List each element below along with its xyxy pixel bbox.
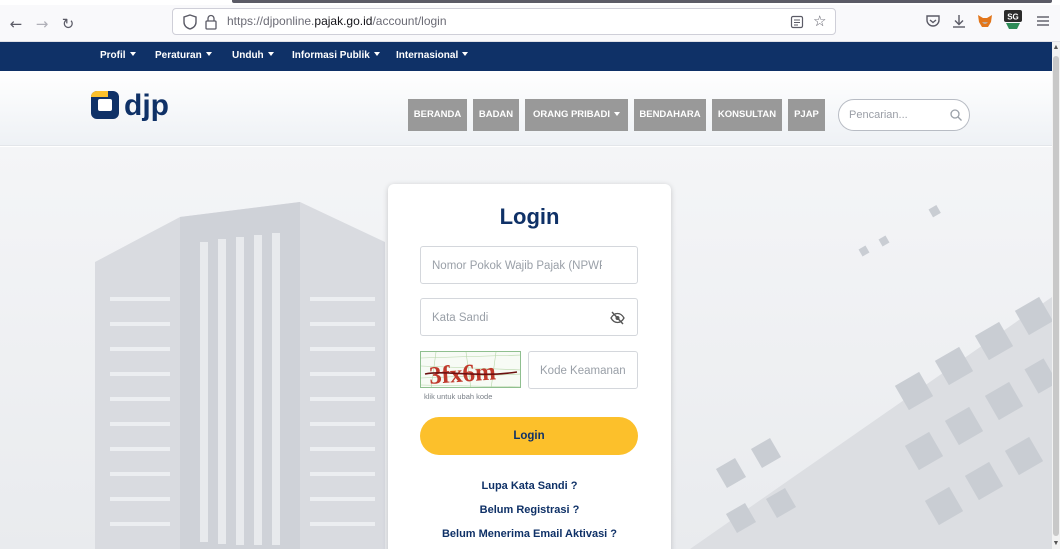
scroll-up-icon[interactable]: ▲	[1052, 44, 1060, 51]
login-title: Login	[499, 204, 560, 229]
lock-icon[interactable]	[205, 14, 217, 30]
captcha-field-wrapper	[528, 351, 638, 389]
site-header: djp BERANDA BADAN ORANG PRIBADI BENDAHAR…	[0, 71, 1052, 146]
npwp-input[interactable]	[432, 258, 602, 274]
forward-arrow-icon[interactable]: →	[32, 14, 52, 34]
topnav-label: Internasional	[396, 50, 459, 61]
topnav-label: Informasi Publik	[292, 50, 370, 61]
url-domain: pajak.go.id	[314, 14, 373, 28]
top-navigation: Profil Peraturan Unduh Informasi Publik …	[0, 42, 1052, 71]
topnav-item-peraturan[interactable]: Peraturan	[155, 50, 212, 61]
sg-extension-icon[interactable]: SG	[1003, 9, 1023, 31]
back-arrow-icon[interactable]: ←	[6, 14, 26, 34]
url-prefix: https://djponline.	[227, 14, 315, 28]
topnav-item-profil[interactable]: Profil	[100, 50, 136, 61]
register-link[interactable]: Belum Registrasi ?	[388, 504, 671, 516]
menu-label: ORANG PRIBADI	[532, 109, 611, 120]
hamburger-menu-icon[interactable]	[1034, 12, 1052, 30]
scrollbar-thumb[interactable]	[1053, 56, 1059, 536]
menu-beranda[interactable]: BERANDA	[408, 99, 467, 131]
search-icon[interactable]	[949, 108, 963, 122]
activation-email-link[interactable]: Belum Menerima Email Aktivasi ?	[388, 528, 671, 540]
bookmark-star-icon[interactable]: ☆	[813, 12, 826, 30]
scroll-down-icon[interactable]: ▼	[1052, 540, 1060, 547]
logo-text: djp	[124, 89, 169, 122]
caret-down-icon	[267, 52, 274, 56]
password-input[interactable]	[432, 310, 602, 326]
eye-slash-icon[interactable]	[610, 311, 625, 325]
topnav-item-informasi-publik[interactable]: Informasi Publik	[292, 50, 380, 61]
pocket-icon[interactable]	[924, 12, 942, 30]
login-card: Login 3fx6m	[388, 184, 671, 549]
topnav-item-unduh[interactable]: Unduh	[232, 50, 274, 61]
reader-view-icon[interactable]	[790, 15, 804, 29]
npwp-field-wrapper	[420, 246, 638, 284]
djp-logo[interactable]: djp	[86, 85, 196, 125]
menu-bendahara[interactable]: BENDAHARA	[634, 99, 706, 131]
menu-badan[interactable]: BADAN	[473, 99, 519, 131]
menu-pjap[interactable]: PJAP	[788, 99, 825, 131]
reload-icon[interactable]: ↻	[58, 14, 78, 34]
browser-toolbar: ← → ↻ https://djponline.pajak.go.id/acco…	[0, 0, 1060, 42]
caret-down-icon	[129, 52, 136, 56]
active-tab-indicator	[232, 0, 1052, 3]
caret-down-icon	[373, 52, 380, 56]
caret-down-icon	[462, 52, 469, 56]
search-box	[838, 99, 970, 131]
menu-konsultan[interactable]: KONSULTAN	[712, 99, 782, 131]
url-suffix: /account/login	[372, 14, 447, 28]
topnav-label: Peraturan	[155, 50, 202, 61]
download-icon[interactable]	[950, 12, 968, 30]
metamask-fox-icon[interactable]	[976, 12, 994, 30]
login-button[interactable]: Login	[420, 417, 638, 455]
page-scrollbar[interactable]: ▲ ▼	[1052, 42, 1060, 549]
caret-down-icon	[205, 52, 212, 56]
address-bar[interactable]: https://djponline.pajak.go.id/account/lo…	[172, 8, 836, 35]
search-input[interactable]	[849, 107, 944, 123]
forgot-password-link[interactable]: Lupa Kata Sandi ?	[388, 480, 671, 492]
menu-orang-pribadi[interactable]: ORANG PRIBADI	[525, 99, 628, 131]
captcha-input[interactable]	[540, 363, 632, 379]
password-field-wrapper	[420, 298, 638, 336]
topnav-label: Unduh	[232, 50, 264, 61]
captcha-image[interactable]: 3fx6m	[420, 351, 521, 388]
web-page: Profil Peraturan Unduh Informasi Publik …	[0, 42, 1052, 549]
url-text[interactable]: https://djponline.pajak.go.id/account/lo…	[227, 14, 447, 28]
caret-down-icon	[614, 112, 621, 116]
captcha-refresh-hint[interactable]: klik untuk ubah kode	[424, 392, 492, 401]
tracking-shield-icon[interactable]	[183, 14, 197, 30]
svg-text:SG: SG	[1007, 13, 1019, 22]
topnav-label: Profil	[100, 50, 126, 61]
topnav-item-internasional[interactable]: Internasional	[396, 50, 469, 61]
